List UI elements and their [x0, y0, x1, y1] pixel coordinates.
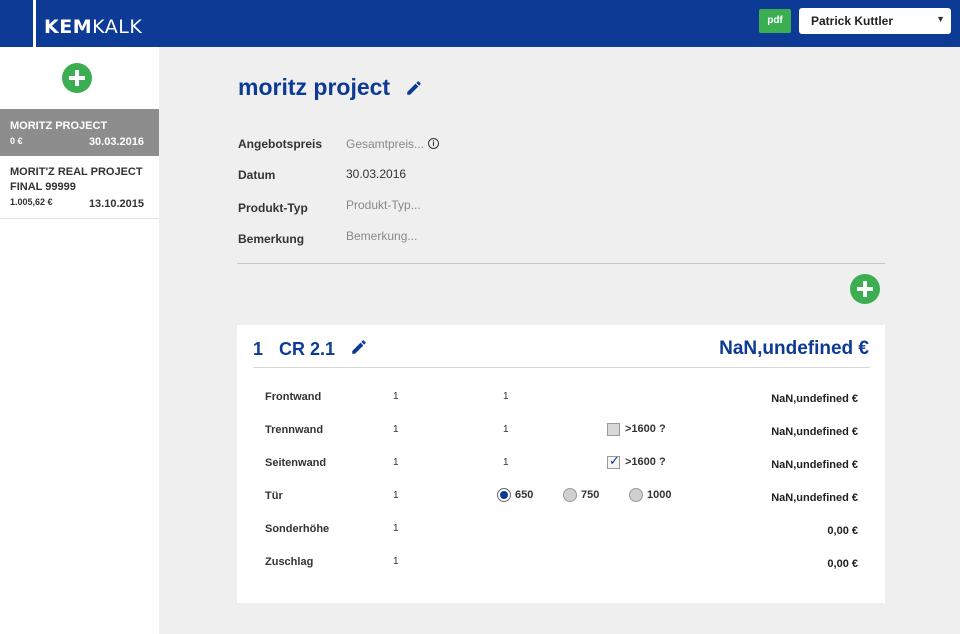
row-label-sonderhoehe: Sonderhöhe [265, 523, 330, 535]
zuschlag-price: 0,00 € [827, 558, 858, 570]
trennwand-checkbox-label: >1600 ? [625, 423, 666, 435]
add-project-button[interactable] [62, 63, 92, 93]
trennwand-qty-input[interactable]: 1 [393, 424, 399, 435]
seitenwand-qty-input[interactable]: 1 [393, 457, 399, 468]
radio-label-1000: 1000 [647, 489, 672, 501]
edit-pencil-icon[interactable] [350, 338, 368, 356]
seitenwand-qty2-input[interactable]: 1 [503, 457, 509, 468]
divider [237, 263, 885, 264]
seitenwand-over-1600-checkbox[interactable] [607, 453, 620, 469]
product-card: 1 CR 2.1 NaN,undefined € Frontwand 1 1 N… [237, 325, 885, 603]
project-title: moritz project [238, 74, 391, 100]
tuer-radio-750[interactable] [563, 488, 577, 502]
project-name: MORITZ PROJECT [10, 120, 108, 132]
project-item[interactable]: MORITZ PROJECT 0 € 30.03.2016 [0, 109, 159, 156]
datum-input[interactable]: 30.03.2016 [346, 167, 406, 181]
card-divider [253, 367, 870, 368]
add-item-button[interactable] [850, 274, 880, 304]
project-name: MORIT'Z REAL PROJECT FINAL 99999 [10, 166, 143, 193]
user-name: Patrick Kuttler [811, 14, 894, 28]
tuer-qty-input[interactable]: 1 [393, 490, 399, 501]
card-number: 1 [253, 339, 264, 359]
field-label-angebotspreis: Angebotspreis [238, 137, 323, 151]
row-label-tuer: Tür [265, 490, 283, 502]
app-logo[interactable]: KEMKALK [44, 16, 142, 38]
tuer-radio-650[interactable] [497, 488, 511, 502]
card-product-name: CR 2.1 [279, 339, 336, 359]
bemerkung-input[interactable]: Bemerkung... [346, 229, 417, 243]
produkt-typ-input[interactable]: Produkt-Typ... [346, 198, 421, 212]
project-date: 13.10.2015 [88, 198, 144, 210]
user-select[interactable]: Patrick Kuttler ▼ [799, 8, 951, 34]
field-label-produkt-typ: Produkt-Typ [238, 201, 308, 215]
radio-label-650: 650 [515, 489, 534, 501]
row-label-trennwand: Trennwand [265, 424, 324, 436]
project-date: 30.03.2016 [88, 136, 144, 148]
info-icon[interactable]: i [428, 138, 439, 149]
seitenwand-price: NaN,undefined € [771, 459, 858, 471]
project-price: 1.005,62 € [10, 197, 53, 207]
project-price: 0 € [10, 136, 23, 146]
row-label-seitenwand: Seitenwand [265, 457, 327, 469]
trennwand-price: NaN,undefined € [771, 426, 858, 438]
zuschlag-qty-input[interactable]: 1 [393, 556, 399, 567]
seitenwand-checkbox-label: >1600 ? [625, 456, 666, 468]
sidebar: MORITZ PROJECT 0 € 30.03.2016 MORIT'Z RE… [0, 47, 159, 634]
row-label-zuschlag: Zuschlag [265, 556, 314, 568]
angebotspreis-input[interactable]: Gesamtpreis... [346, 137, 424, 151]
chevron-down-icon: ▼ [936, 14, 945, 24]
card-total-price: NaN,undefined € [719, 338, 869, 359]
trennwand-qty2-input[interactable]: 1 [503, 424, 509, 435]
field-label-bemerkung: Bemerkung [238, 232, 305, 246]
app-header: KEMKALK pdf Patrick Kuttler ▼ [0, 0, 960, 47]
project-item[interactable]: MORIT'Z REAL PROJECT FINAL 99999 1.005,6… [0, 156, 159, 219]
radio-label-750: 750 [581, 489, 600, 501]
frontwand-qty-input[interactable]: 1 [393, 391, 399, 402]
tuer-radio-1000[interactable] [629, 488, 643, 502]
edit-pencil-icon[interactable] [405, 79, 423, 97]
trennwand-over-1600-checkbox[interactable] [607, 423, 620, 436]
row-label-frontwand: Frontwand [265, 391, 322, 403]
sonderhoehe-qty-input[interactable]: 1 [393, 523, 399, 534]
tuer-price: NaN,undefined € [771, 492, 858, 504]
frontwand-qty2-input[interactable]: 1 [503, 391, 509, 402]
frontwand-price: NaN,undefined € [771, 393, 858, 405]
pdf-export-button[interactable]: pdf [759, 9, 791, 33]
sonderhoehe-price: 0,00 € [827, 525, 858, 537]
field-label-datum: Datum [238, 168, 276, 182]
